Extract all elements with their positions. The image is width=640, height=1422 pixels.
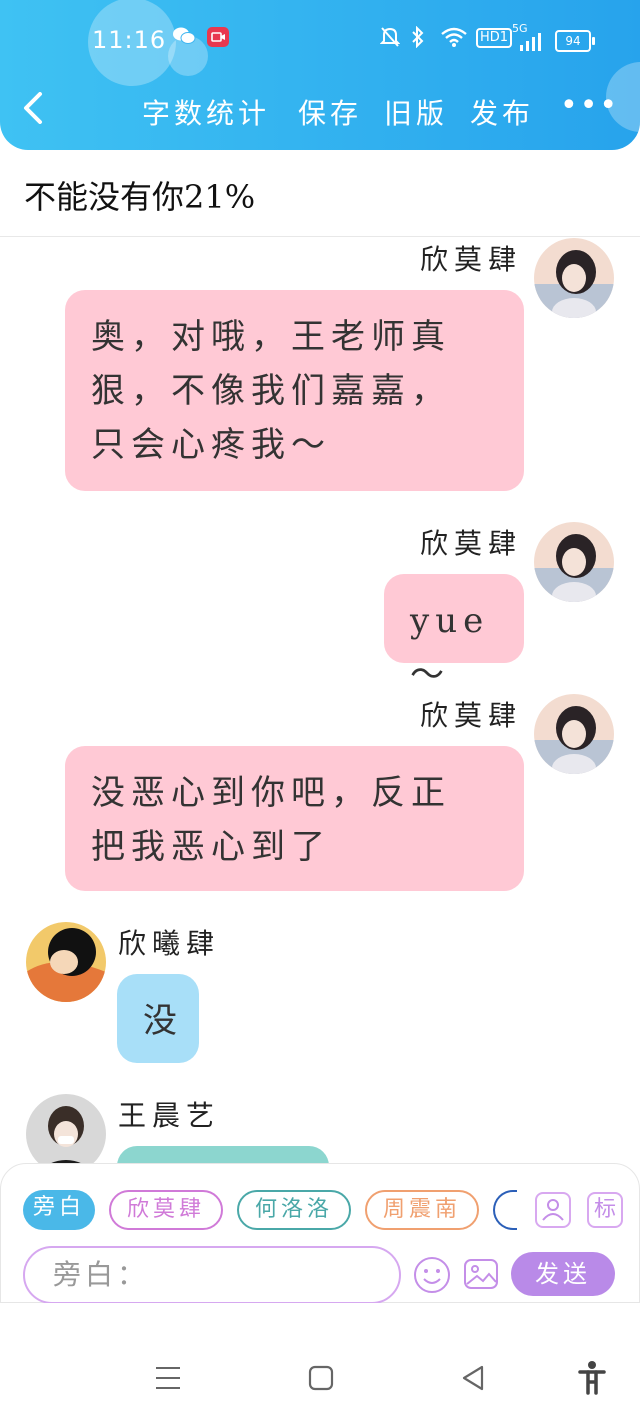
- message-sender: 欣莫肆: [420, 243, 523, 276]
- role-chip-narrator[interactable]: 旁白: [23, 1190, 95, 1230]
- home-icon[interactable]: [308, 1365, 334, 1395]
- message-input[interactable]: 旁白：: [23, 1246, 401, 1304]
- role-chip[interactable]: 周震南: [365, 1190, 479, 1230]
- role-chip-partial[interactable]: [493, 1190, 517, 1230]
- bluetooth-icon: [410, 25, 426, 53]
- message-bubble[interactable]: yue～: [384, 574, 524, 695]
- message-line: 狠，不像我们嘉嘉，: [91, 371, 451, 411]
- story-title[interactable]: 不能没有你21%: [24, 172, 255, 218]
- wifi-icon: [440, 26, 468, 53]
- send-button[interactable]: 发送: [511, 1252, 615, 1296]
- message-sender: 欣莫肆: [420, 699, 523, 732]
- image-icon[interactable]: [463, 1256, 499, 1292]
- publish-button[interactable]: 发布: [470, 92, 534, 132]
- message-bubble[interactable]: 没: [117, 974, 199, 1063]
- message-line: 把我恶心到了: [91, 827, 331, 867]
- story-title-bar: 不能没有你21%: [0, 150, 640, 237]
- back-nav-icon[interactable]: [460, 1365, 486, 1395]
- back-arrow-icon[interactable]: [22, 92, 44, 124]
- avatar[interactable]: [534, 694, 614, 774]
- more-menu-button[interactable]: •••: [560, 88, 619, 123]
- emoji-icon[interactable]: [413, 1256, 451, 1294]
- message-line: 只会心疼我～: [91, 425, 331, 465]
- tag-button[interactable]: 标: [587, 1192, 623, 1228]
- message-sender: 欣曦肆: [118, 927, 221, 960]
- avatar[interactable]: [534, 522, 614, 602]
- message-bubble[interactable]: 奥，对哦，王老师真 狠，不像我们嘉嘉， 只会心疼我～: [65, 290, 524, 491]
- wechat-icon: [172, 26, 196, 51]
- mute-bell-icon: [379, 26, 401, 53]
- message-sender: 欣莫肆: [420, 527, 523, 560]
- message-sender: 王晨艺: [118, 1099, 221, 1132]
- role-chip[interactable]: 欣莫肆: [109, 1190, 223, 1230]
- avatar[interactable]: [26, 1094, 106, 1174]
- message-line: 没: [143, 1001, 183, 1041]
- message-line: 奥，对哦，王老师真: [91, 317, 451, 357]
- save-button[interactable]: 保存: [298, 92, 362, 132]
- old-version-button[interactable]: 旧版: [384, 92, 448, 132]
- message-line: yue～: [410, 601, 490, 695]
- avatar[interactable]: [26, 922, 106, 1002]
- screen-record-icon: [206, 26, 230, 53]
- role-chip[interactable]: 何洛洛: [237, 1190, 351, 1230]
- message-bubble[interactable]: 没恶心到你吧，反正 把我恶心到了: [65, 746, 524, 891]
- person-icon[interactable]: [535, 1192, 571, 1228]
- hd-badge: HD1: [476, 28, 513, 48]
- avatar[interactable]: [534, 238, 614, 318]
- status-bar: 11:16 HD1 5G 94: [0, 22, 640, 58]
- app-header: 11:16 HD1 5G 94 字数统计 保存 旧版 发布 •••: [0, 0, 640, 150]
- composer-panel: 旁白 欣莫肆 何洛洛 周震南 标 旁白： 发送: [0, 1163, 640, 1304]
- word-count-button[interactable]: 字数统计: [142, 92, 270, 132]
- menu-icon[interactable]: [154, 1365, 182, 1395]
- system-nav-bar: [0, 1303, 640, 1422]
- signal-icon: [518, 32, 542, 56]
- battery-indicator: 94: [555, 30, 595, 52]
- status-time: 11:16: [92, 26, 167, 54]
- accessibility-icon[interactable]: [578, 1361, 606, 1399]
- message-line: 没恶心到你吧，反正: [91, 773, 451, 813]
